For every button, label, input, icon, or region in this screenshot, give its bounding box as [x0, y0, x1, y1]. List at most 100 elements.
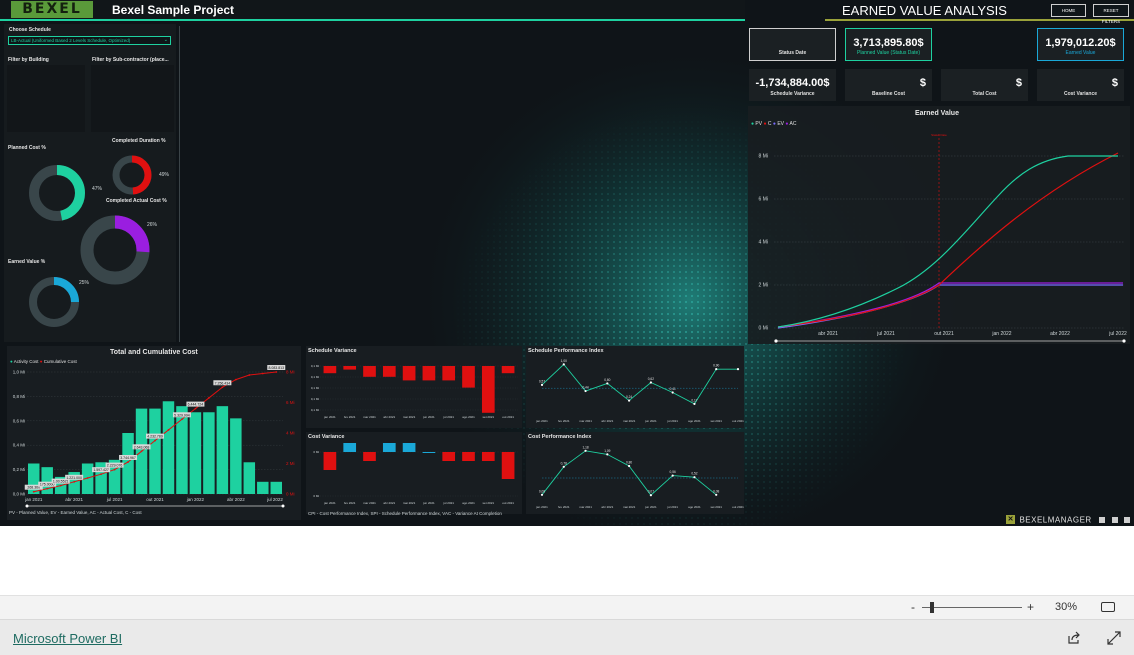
ev-y-tick: 6 Mi [759, 197, 768, 203]
cv-chart-bar [402, 443, 416, 452]
cv-chart-y-tick: 0 Mi [313, 450, 319, 454]
cpi-chart-data-label: 1,09 [604, 449, 610, 453]
sv-chart-x-tick: mar 2021 [363, 415, 376, 419]
footnote-left: PV - Planned Value, EV - Earned Value, A… [9, 510, 142, 515]
ev-x-tick: jul 2021 [876, 331, 895, 337]
tc-y-left-tick: 0,4 Mi [13, 443, 25, 448]
cpi-chart-point [649, 494, 652, 497]
zoom-percent: 30% [1055, 601, 1078, 613]
schedule-variance-bar-chart[interactable]: 0,1 Mi0,1 Mi0,1 Mi0,1 Mi0,1 Mijan 2021 fe… [306, 356, 522, 428]
completed-actual-cost-donut [80, 215, 150, 285]
home-button[interactable]: HOME [1051, 4, 1086, 17]
sv-chart-y-tick: 0,1 Mi [311, 375, 320, 379]
status-date-label: Status Date [778, 50, 807, 56]
zoom-slider-track[interactable] [922, 607, 1022, 608]
cost-variance-bar-chart[interactable]: 0 Mi 0 Mi jan 2021 fev 2021 mar 2021 abr 2021… [306, 442, 522, 514]
tc-y-right-tick: 8 Mi [286, 370, 295, 375]
earned-value-pct-donut [29, 277, 79, 327]
building-filter[interactable] [7, 65, 85, 132]
cv-chart-bar [462, 452, 475, 461]
footnote-right: CPI - Cost Performance Index, SPI - Sche… [308, 511, 502, 516]
tc-cumulative-point [127, 461, 129, 463]
spi-chart-x-tick: abr 2021 [601, 419, 613, 423]
sv-chart-bar [462, 366, 475, 388]
spi-chart-point [584, 389, 587, 393]
cpi-chart-data-label: 0,07 [648, 490, 654, 494]
zoom-slider-thumb[interactable] [930, 602, 934, 613]
tc-cumulative-point [275, 371, 278, 373]
cv-chart-x-tick: out 2021 [502, 501, 514, 505]
baseline-cost-label: Baseline Cost [871, 91, 906, 97]
tc-data-label: 1.597.427 [93, 468, 109, 472]
cpi-line-chart[interactable]: 0,08 0,78 1,18 1,09 0,80 0,07 0,56 0,52 0,08 jan … [526, 442, 744, 514]
tc-activity-bar [95, 462, 107, 494]
completed-actual-cost-label: Completed Actual Cost % [106, 198, 167, 204]
fit-to-page-icon[interactable] [1101, 602, 1115, 612]
zoom-out-button[interactable]: - [911, 600, 915, 614]
tc-cumulative-point [234, 378, 237, 381]
sv-chart-y-tick: 0,1 Mi [311, 386, 320, 390]
total-cost-card: $ Total Cost [941, 69, 1028, 101]
earned-value-value: 1,979,012.20$ [1045, 37, 1116, 49]
reset-filters-button[interactable]: RESET FILTERS [1093, 4, 1129, 24]
sv-chart-bar [442, 366, 456, 381]
tc-cumulative-point [167, 429, 170, 431]
spi-chart-data-label: 0,62 [648, 377, 654, 381]
tc-x-tick: abr 2021 [65, 497, 83, 502]
sv-chart-x-tick: fev 2021 [344, 415, 356, 419]
zoom-bar: - + 30% [0, 595, 1134, 619]
tc-y-right-tick: 6 Mi [286, 400, 295, 405]
planned-value-card: 3,713,895.80$ Planned Value (Status Date… [845, 28, 932, 61]
spi-chart-point [562, 363, 565, 366]
tc-cumulative-point [100, 473, 103, 476]
cv-chart-y-tick: 0 Mi [313, 494, 319, 498]
cpi-title: Cost Performance Index [528, 434, 592, 440]
fullscreen-icon[interactable] [1107, 631, 1121, 645]
social-icon-2[interactable] [1111, 516, 1118, 523]
share-icon[interactable] [1067, 631, 1081, 645]
tc-cumulative-point [207, 397, 210, 399]
earned-value-line-chart[interactable]: 0 Mi 2 Mi 4 Mi 6 Mi 8 Mi abr 2021 jul 2021 out … [748, 128, 1130, 344]
spi-chart-data-label: 1,00 [561, 359, 567, 363]
legend-c: ● C [763, 121, 772, 127]
tc-activity-bar [149, 408, 161, 494]
earned-value-legend: ● PV ● C ● EV ● AC [751, 121, 797, 127]
cost-variance-card: $ Cost Variance [1037, 69, 1124, 101]
tc-y-right-tick: 2 Mi [286, 461, 295, 466]
spi-chart-data-label: 0,17 [691, 398, 697, 402]
footer-bar: Microsoft Power BI [0, 619, 1134, 655]
spi-chart-x-tick: jan 2021 [535, 419, 548, 423]
social-icon-1[interactable] [1099, 516, 1106, 523]
tc-cumulative-point [248, 374, 251, 376]
spi-chart-point [628, 399, 631, 402]
tc-x-tick: out 2021 [146, 497, 164, 502]
spi-line-chart[interactable]: 0,57 1,00 0,44 0,60 0,24 0,62 0,41 0,17 0,90 jan … [526, 356, 744, 428]
baseline-cost-card: $ Baseline Cost [845, 69, 932, 101]
tc-data-label: 1.00.5521 [53, 480, 69, 484]
tc-data-label: 5.329.994 [174, 413, 190, 417]
spi-chart-x-tick: fev 2021 [558, 419, 570, 423]
tc-activity-bar [216, 406, 229, 494]
total-cost-bar-chart[interactable]: 0,0 Mi 0,2 Mi 0,4 Mi 0,6 Mi 0,8 Mi 1,0 Mi 0 Mi… [7, 364, 301, 512]
subcontractor-filter[interactable] [91, 65, 174, 132]
tc-data-label: 6.444.724 [188, 403, 204, 407]
schedule-variance-title: Schedule Variance [308, 348, 357, 354]
cpi-chart-x-tick: mar 2021 [579, 505, 592, 509]
choose-schedule-label: Choose Schedule [9, 27, 51, 33]
cpi-chart-x-tick: ago 2021 [688, 505, 701, 509]
completed-duration-donut [112, 155, 152, 195]
power-bi-link[interactable]: Microsoft Power BI [13, 631, 122, 646]
total-cost-value: $ [1015, 77, 1022, 89]
tc-cumulative-point [73, 480, 76, 483]
zoom-in-button[interactable]: + [1027, 600, 1034, 614]
cv-chart-bar [363, 452, 376, 461]
social-icon-3[interactable] [1124, 516, 1131, 523]
completed-duration-label: Completed Duration % [112, 138, 166, 144]
cv-chart-x-tick: abr 2021 [383, 501, 395, 505]
cpi-chart-point [693, 476, 696, 479]
spi-chart-data-label: 0,41 [670, 387, 676, 391]
schedule-dropdown[interactable]: LB-Actual (Uniformed Based 2 Levels Sche… [8, 36, 171, 45]
tc-data-label: 1.221.000 [66, 476, 82, 480]
spi-chart-point [540, 383, 544, 386]
tc-y-left-tick: 0,6 Mi [13, 418, 25, 423]
